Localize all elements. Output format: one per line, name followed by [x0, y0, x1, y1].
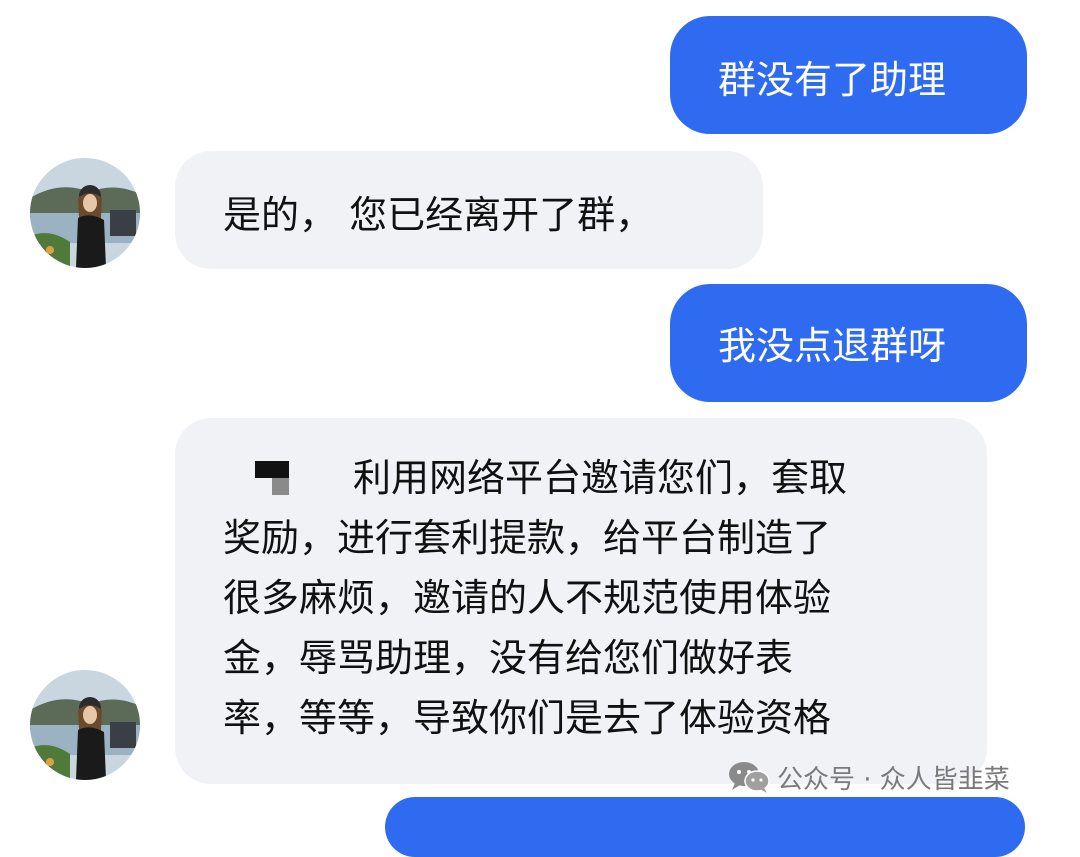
message-text: 群没有了助理 — [718, 58, 947, 102]
contact-avatar[interactable] — [30, 158, 140, 268]
message-text: 是的， 您已经离开了群， — [223, 193, 654, 237]
outgoing-message-bubble[interactable] — [385, 797, 1025, 857]
outgoing-message-bubble[interactable]: 群没有了助理 — [670, 16, 1027, 134]
outgoing-message-bubble[interactable]: 我没点退群呀 — [670, 284, 1027, 402]
watermark: 公众号 · 众人皆韭菜 — [727, 757, 1010, 797]
wechat-icon — [729, 762, 770, 793]
message-text: 我没点退群呀 — [718, 324, 947, 368]
message-line: 很多麻烦，邀请的人不规范使用体验 — [223, 576, 832, 620]
incoming-message-bubble[interactable]: 是的， 您已经离开了群， — [175, 151, 763, 269]
message-line: 利用网络平台邀请您们，套取 — [223, 448, 987, 508]
avatar-photo-icon — [30, 670, 140, 780]
redacted-name-block-icon — [255, 461, 289, 495]
message-line: 率，等等，导致你们是去了体验资格 — [223, 696, 832, 740]
watermark-text: 公众号 · 众人皆韭菜 — [777, 764, 1010, 795]
avatar-photo-icon — [30, 158, 140, 268]
contact-avatar[interactable] — [30, 670, 140, 780]
message-line: 金，辱骂助理，没有给您们做好表 — [223, 636, 794, 680]
incoming-message-bubble[interactable]: 利用网络平台邀请您们，套取 奖励，进行套利提款，给平台制造了 很多麻烦，邀请的人… — [175, 418, 987, 784]
message-text: 利用网络平台邀请您们，套取 — [353, 456, 848, 500]
message-line: 奖励，进行套利提款，给平台制造了 — [223, 516, 832, 560]
